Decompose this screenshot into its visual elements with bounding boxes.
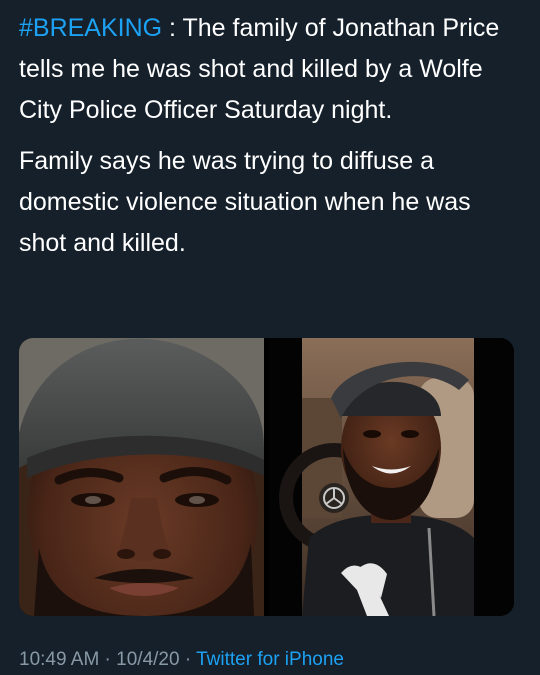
tweet-paragraph-1: #BREAKING : The family of Jonathan Price…: [19, 8, 524, 131]
meta-separator: ·: [179, 649, 197, 670]
media-grid: [19, 338, 514, 616]
meta-separator: ·: [99, 649, 117, 670]
tweet-paragraph-2: Family says he was trying to diffuse a d…: [19, 147, 471, 257]
tweet-time[interactable]: 10:49 AM: [19, 649, 99, 670]
tweet-text: #BREAKING : The family of Jonathan Price…: [19, 8, 524, 264]
portrait-photo-car-selfie: [269, 338, 514, 616]
portrait-photo-closeup: [19, 338, 264, 616]
photo-left[interactable]: [19, 338, 264, 616]
source-link[interactable]: Twitter for iPhone: [196, 649, 344, 670]
tweet-date[interactable]: 10/4/20: [116, 649, 179, 670]
hashtag-link[interactable]: #BREAKING: [19, 14, 162, 42]
photo-right[interactable]: [269, 338, 514, 616]
tweet-metadata: 10:49 AM · 10/4/20 · Twitter for iPhone: [19, 649, 344, 671]
